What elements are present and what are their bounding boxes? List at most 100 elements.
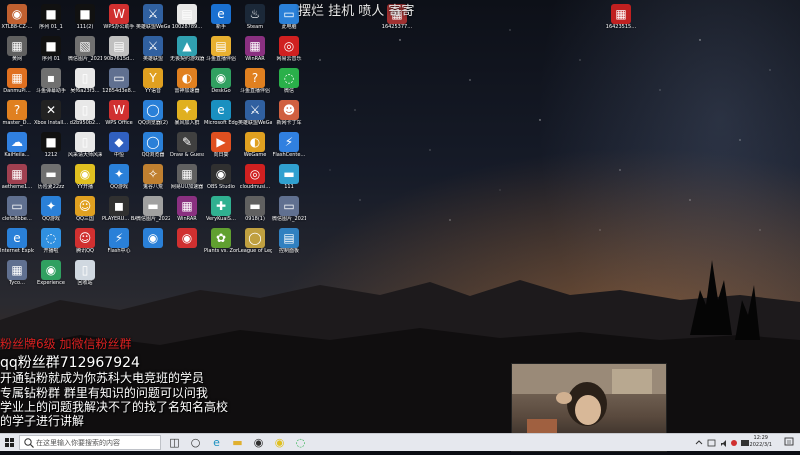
desktop-icon[interactable]: ⚡ Flash中心 bbox=[102, 226, 136, 270]
desktop-icon[interactable]: ▯ 回收站 bbox=[68, 258, 102, 302]
app-icon: ▤ bbox=[211, 36, 231, 56]
taskbar-search-box[interactable]: 在这里输入你要搜索的内容 bbox=[19, 435, 161, 450]
desktop-icon-label: QQ浏览器 bbox=[141, 152, 165, 158]
app-icon: ? bbox=[245, 68, 265, 88]
desktop-icon-label: 斗鱼直播伴侣 bbox=[205, 56, 236, 62]
desktop-icon-label: 向日葵 bbox=[213, 152, 229, 158]
desktop-icon[interactable]: ▦ 16423515… bbox=[604, 2, 638, 46]
taskbar: 在这里输入你要搜索的内容 ◫ ○ e ▬ ◉ ◉ ◌ 12:29 2022/3/1 bbox=[0, 433, 800, 451]
app-icon: ⚔ bbox=[143, 36, 163, 56]
app-icon: ▯ bbox=[75, 68, 95, 88]
desktop-icon-label: DeskGo bbox=[211, 88, 231, 94]
desktop-icon-label: 序列 01_1 bbox=[39, 24, 63, 30]
app-icon: ◉ bbox=[7, 4, 27, 24]
desktop-icon-label: Xbox Install… bbox=[34, 120, 68, 126]
app-icon: ▬ bbox=[279, 164, 299, 184]
start-button[interactable] bbox=[0, 434, 18, 451]
desktop-icon[interactable]: ▤ 控制面板 bbox=[272, 226, 306, 270]
desktop-icon-label: KaiHeila… bbox=[4, 152, 30, 158]
desktop-icon-label: Plants vs. Zombies bbox=[204, 248, 238, 254]
desktop-icon-label: Tyco… bbox=[8, 280, 26, 286]
file-explorer-icon[interactable]: ▬ bbox=[231, 436, 244, 449]
app-icon: ✦ bbox=[177, 100, 197, 120]
app-icon: ? bbox=[7, 100, 27, 120]
desktop-icon-label: 微信图片_2022011… bbox=[136, 216, 170, 222]
desktop-icon-label: 英雄联盟 bbox=[142, 56, 163, 62]
app-icon: ◐ bbox=[245, 132, 265, 152]
desktop-icon-label: WinRAR bbox=[177, 216, 197, 222]
obs-icon[interactable]: ◉ bbox=[252, 436, 265, 449]
notification-center-icon[interactable] bbox=[784, 437, 794, 447]
desktop-icon[interactable]: ◯League of Legends bbox=[238, 226, 272, 270]
desktop-icon-label: 吴f6a23f3… bbox=[70, 88, 100, 94]
edge-icon[interactable]: e bbox=[210, 436, 223, 449]
desktop-icon-label: Internet Explorer bbox=[0, 248, 34, 254]
app-icon: e bbox=[7, 228, 27, 248]
desktop-icon-label: 腾讯QQ bbox=[76, 248, 94, 254]
desktop-icon-label: 斗鱼弹幕助手 bbox=[35, 88, 66, 94]
desktop-icon-label: 英雄联盟WeGame版 bbox=[238, 120, 272, 126]
app-icon: ▬ bbox=[143, 196, 163, 216]
desktop-icon-label: Experience bbox=[37, 280, 65, 286]
desktop-icon-label: d2b950b2… bbox=[69, 120, 101, 126]
desktop-icon[interactable]: ◉ Experience bbox=[34, 258, 68, 302]
app-icon: ♨ bbox=[245, 4, 265, 24]
app-icon: ✎ bbox=[177, 132, 197, 152]
desktop-icon[interactable]: ◉ bbox=[136, 226, 170, 270]
app-icon: ▦ bbox=[7, 164, 27, 184]
app-icon: ▤ bbox=[177, 4, 197, 24]
desktop-icon-label: 历险夏22zz bbox=[37, 184, 65, 190]
app-icon: ✦ bbox=[41, 196, 61, 216]
desktop-icon-label: Draw & Guess bbox=[170, 152, 204, 158]
desktop-icon-label: YY语音 bbox=[144, 88, 162, 94]
app-icon: ◉ bbox=[211, 164, 231, 184]
desktop-icon-label: 111 bbox=[284, 184, 294, 190]
yy-icon[interactable]: ◉ bbox=[273, 436, 286, 449]
task-view-icon[interactable]: ◫ bbox=[168, 436, 181, 449]
app-icon: ☺ bbox=[75, 228, 95, 248]
app-icon: ⚔ bbox=[143, 4, 163, 24]
app-icon: ▯ bbox=[75, 132, 95, 152]
desktop-icon-label: VeryKuaiS… bbox=[206, 216, 236, 222]
app-icon: ■ bbox=[41, 4, 61, 24]
app-icon: ▦ bbox=[245, 36, 265, 56]
app-icon: ☺ bbox=[75, 196, 95, 216]
desktop-icon-label: 0918(1) bbox=[245, 216, 265, 222]
app-icon: ▪ bbox=[41, 68, 61, 88]
app-icon: ▦ bbox=[177, 196, 197, 216]
app-icon: ◌ bbox=[41, 228, 61, 248]
desktop-icon-label: 网易UU加速器 bbox=[170, 184, 204, 190]
desktop-icon-label: 微信图片_2021102… bbox=[68, 56, 102, 62]
desktop-icon-label: FlashCente… bbox=[272, 152, 306, 158]
desktop-icon-label: 序列 01 bbox=[42, 56, 60, 62]
system-tray-icons[interactable] bbox=[694, 438, 754, 448]
app-icon: ⚡ bbox=[279, 132, 299, 152]
clock-time: 12:29 bbox=[753, 435, 768, 441]
app-icon: Y bbox=[143, 68, 163, 88]
app-icon: ◉ bbox=[41, 260, 61, 280]
app-icon: W bbox=[109, 100, 129, 120]
desktop-icon[interactable]: ▦ Tyco… bbox=[0, 258, 34, 302]
app-icon: ▬ bbox=[41, 164, 61, 184]
wechat-icon[interactable]: ◌ bbox=[294, 436, 307, 449]
desktop-icon[interactable]: ✿Plants vs. Zombies bbox=[204, 226, 238, 270]
desktop-icon-label: 无畏契约游戏器 bbox=[170, 56, 204, 62]
app-icon: ◯ bbox=[143, 132, 163, 152]
desktop-icon-label: 16423515… bbox=[605, 24, 637, 30]
cortana-icon[interactable]: ○ bbox=[189, 436, 202, 449]
desktop-icon-label: 90b7615d… bbox=[103, 56, 135, 62]
desktop-icon[interactable]: ◉ bbox=[170, 226, 204, 270]
desktop-icon-label: 1212 bbox=[44, 152, 58, 158]
desktop-icon-label: WPS办公助手 bbox=[103, 24, 135, 30]
app-icon: ✧ bbox=[143, 164, 163, 184]
app-icon: ◉ bbox=[177, 228, 197, 248]
desktop-icon-label: League of Legends bbox=[238, 248, 272, 254]
system-clock[interactable]: 12:29 2022/3/1 bbox=[750, 435, 772, 449]
app-icon: ▬ bbox=[245, 196, 265, 216]
desktop-icon-label: Steam bbox=[246, 24, 264, 30]
app-icon: ▧ bbox=[75, 36, 95, 56]
desktop-icon-label: 开播啦 bbox=[43, 248, 59, 254]
desktop-icon-label: 16425377… bbox=[381, 24, 413, 30]
desktop-icon-label: aetheme1… bbox=[1, 184, 33, 190]
app-icon: ◎ bbox=[245, 164, 265, 184]
